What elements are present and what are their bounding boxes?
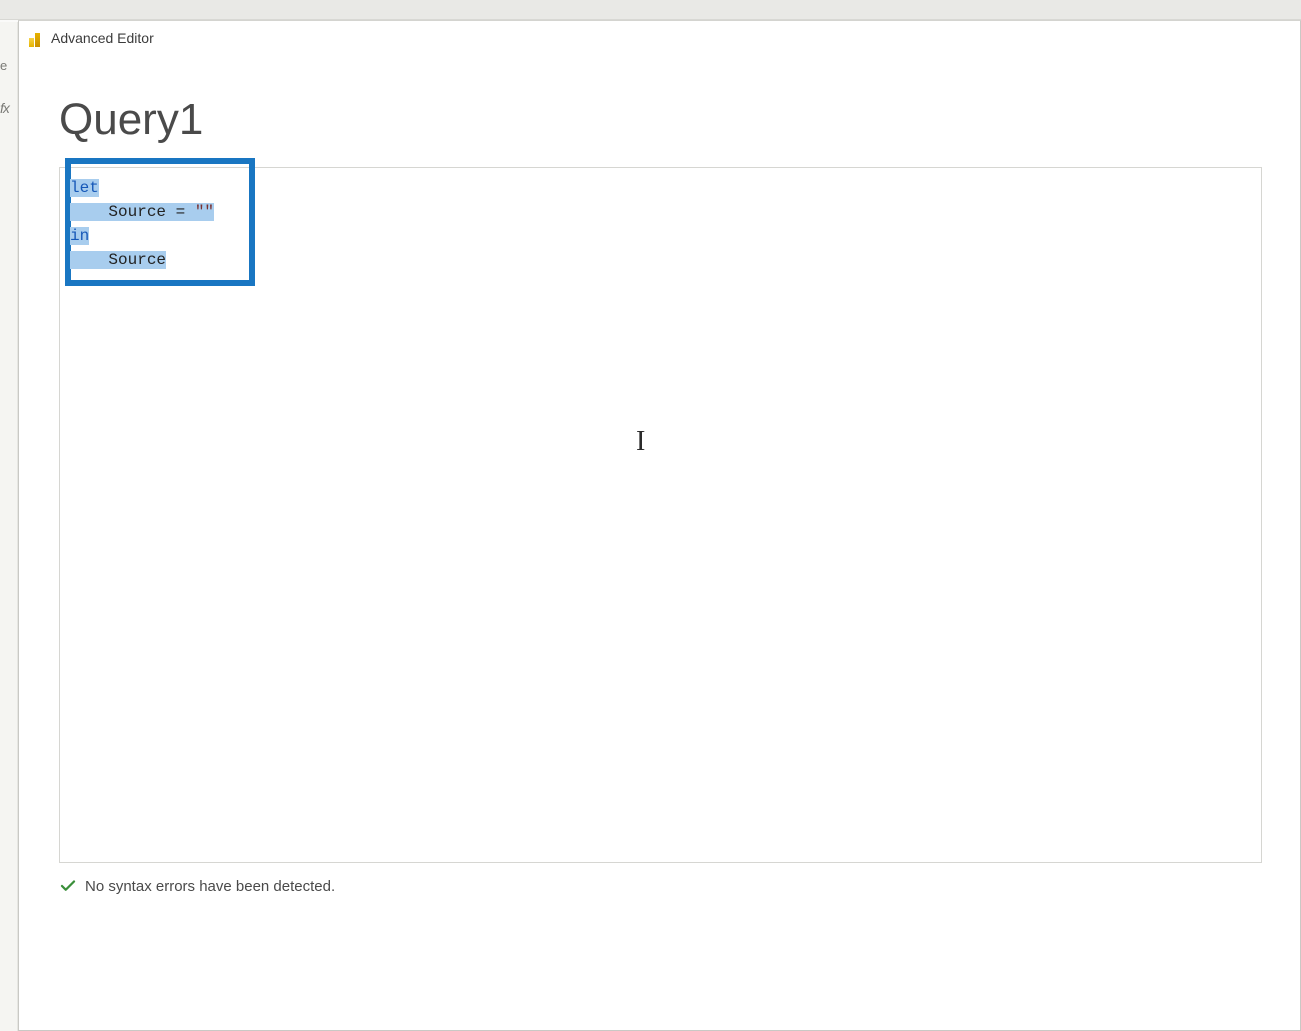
text-cursor-icon: I <box>636 426 645 458</box>
background-left-strip <box>0 22 18 1031</box>
dialog-title: Advanced Editor <box>51 30 154 46</box>
dialog-titlebar: Advanced Editor <box>19 21 1300 55</box>
dialog-content: Query1 let Source = "" in Source I No sy… <box>19 95 1300 895</box>
code-text[interactable]: let Source = "" in Source <box>70 176 214 272</box>
background-letter: e <box>0 58 7 73</box>
syntax-status-text: No syntax errors have been detected. <box>85 878 335 895</box>
background-topbar <box>0 0 1301 20</box>
syntax-status-row: No syntax errors have been detected. <box>59 877 1260 895</box>
query-name-heading: Query1 <box>59 95 1260 145</box>
powerbi-icon <box>25 29 43 47</box>
formula-bar-fx-icon: fx <box>0 100 9 116</box>
code-editor[interactable]: let Source = "" in Source I <box>59 167 1262 863</box>
checkmark-icon <box>59 877 77 895</box>
advanced-editor-dialog: Advanced Editor Query1 let Source = "" i… <box>18 20 1301 1031</box>
